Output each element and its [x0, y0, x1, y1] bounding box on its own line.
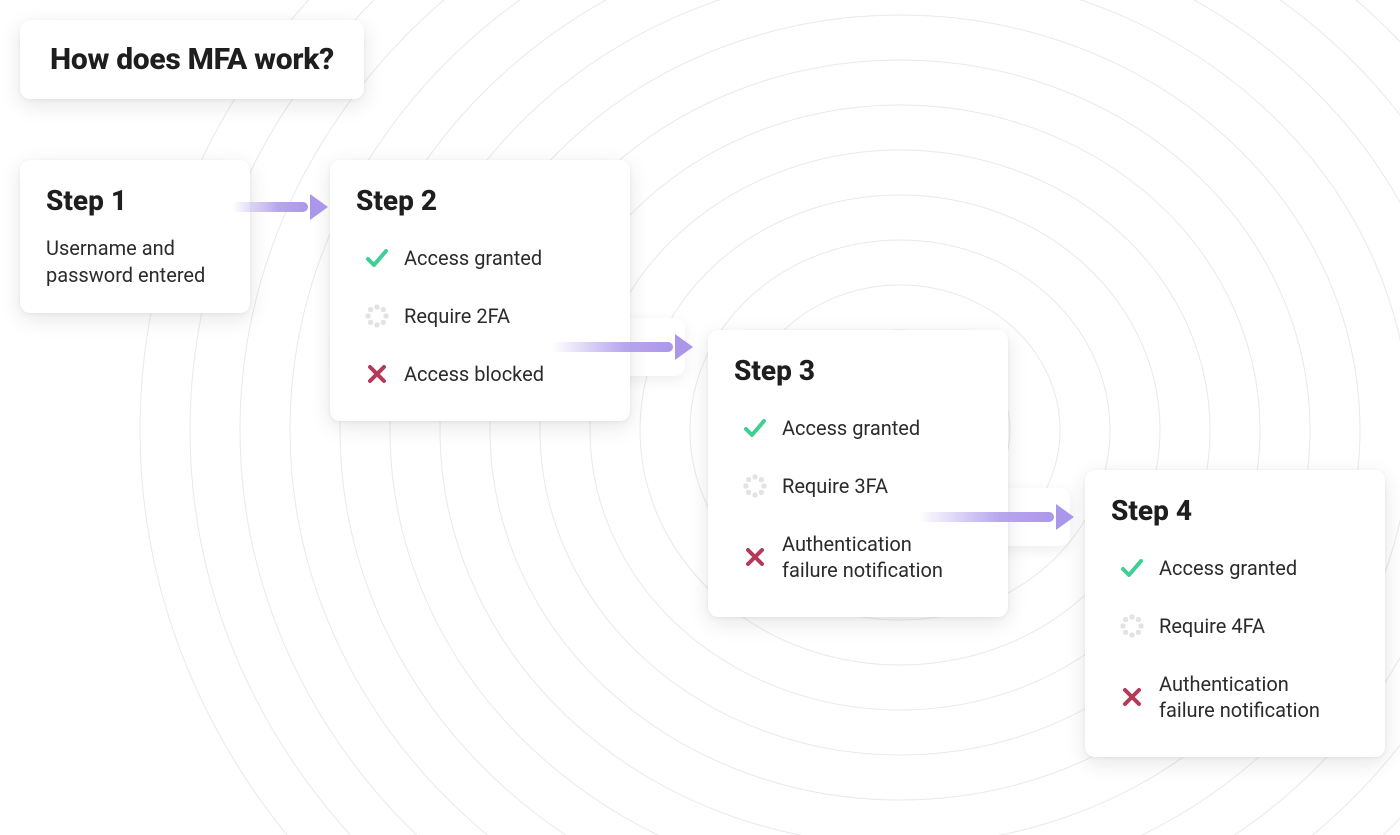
step-3-item-require-label: Require 3FA	[782, 473, 888, 499]
step-2-item-granted-label: Access granted	[404, 245, 542, 271]
step-1-card: Step 1 Username and password entered	[20, 160, 250, 313]
arrow-step1-to-step2	[232, 190, 332, 224]
step-2-item-require-label: Require 2FA	[404, 303, 510, 329]
step-2-items: Access granted Require 2FA Access blocke…	[356, 235, 604, 397]
step-4-item-require: Require 4FA	[1111, 603, 1359, 649]
spinner-icon	[1119, 613, 1145, 639]
diagram-stage: How does MFA work? Step 1 Username and p…	[0, 0, 1400, 835]
step-2-item-blocked-label: Access blocked	[404, 361, 544, 387]
x-icon	[1119, 684, 1145, 710]
step-3-title: Step 3	[734, 354, 982, 387]
step-2-title: Step 2	[356, 184, 604, 217]
step-3-item-granted: Access granted	[734, 405, 982, 451]
spinner-icon	[742, 473, 768, 499]
page-title: How does MFA work?	[50, 42, 334, 77]
step-2-card: Step 2 Access granted Require 2FA Access…	[330, 160, 630, 421]
step-4-item-failure-label: Authentication failure notification	[1159, 671, 1347, 723]
arrow-step3-to-step4	[918, 500, 1078, 534]
step-4-card: Step 4 Access granted Require 4FA Authen…	[1085, 470, 1385, 757]
step-3-item-granted-label: Access granted	[782, 415, 920, 441]
check-icon	[1119, 555, 1145, 581]
step-4-item-require-label: Require 4FA	[1159, 613, 1265, 639]
check-icon	[364, 245, 390, 271]
step-4-item-granted: Access granted	[1111, 545, 1359, 591]
step-3-items: Access granted Require 3FA Authenticatio…	[734, 405, 982, 593]
step-1-desc: Username and password entered	[46, 235, 224, 289]
step-4-item-granted-label: Access granted	[1159, 555, 1297, 581]
step-4-items: Access granted Require 4FA Authenticatio…	[1111, 545, 1359, 733]
x-icon	[364, 361, 390, 387]
x-icon	[742, 544, 768, 570]
step-1-title: Step 1	[46, 184, 224, 217]
check-icon	[742, 415, 768, 441]
arrow-step2-to-step3	[552, 330, 697, 364]
step-3-item-failure-label: Authentication failure notification	[782, 531, 970, 583]
step-4-item-failure: Authentication failure notification	[1111, 661, 1359, 733]
spinner-icon	[364, 303, 390, 329]
step-3-card: Step 3 Access granted Require 3FA Authen…	[708, 330, 1008, 617]
title-card: How does MFA work?	[20, 20, 364, 99]
step-4-title: Step 4	[1111, 494, 1359, 527]
step-2-item-granted: Access granted	[356, 235, 604, 281]
